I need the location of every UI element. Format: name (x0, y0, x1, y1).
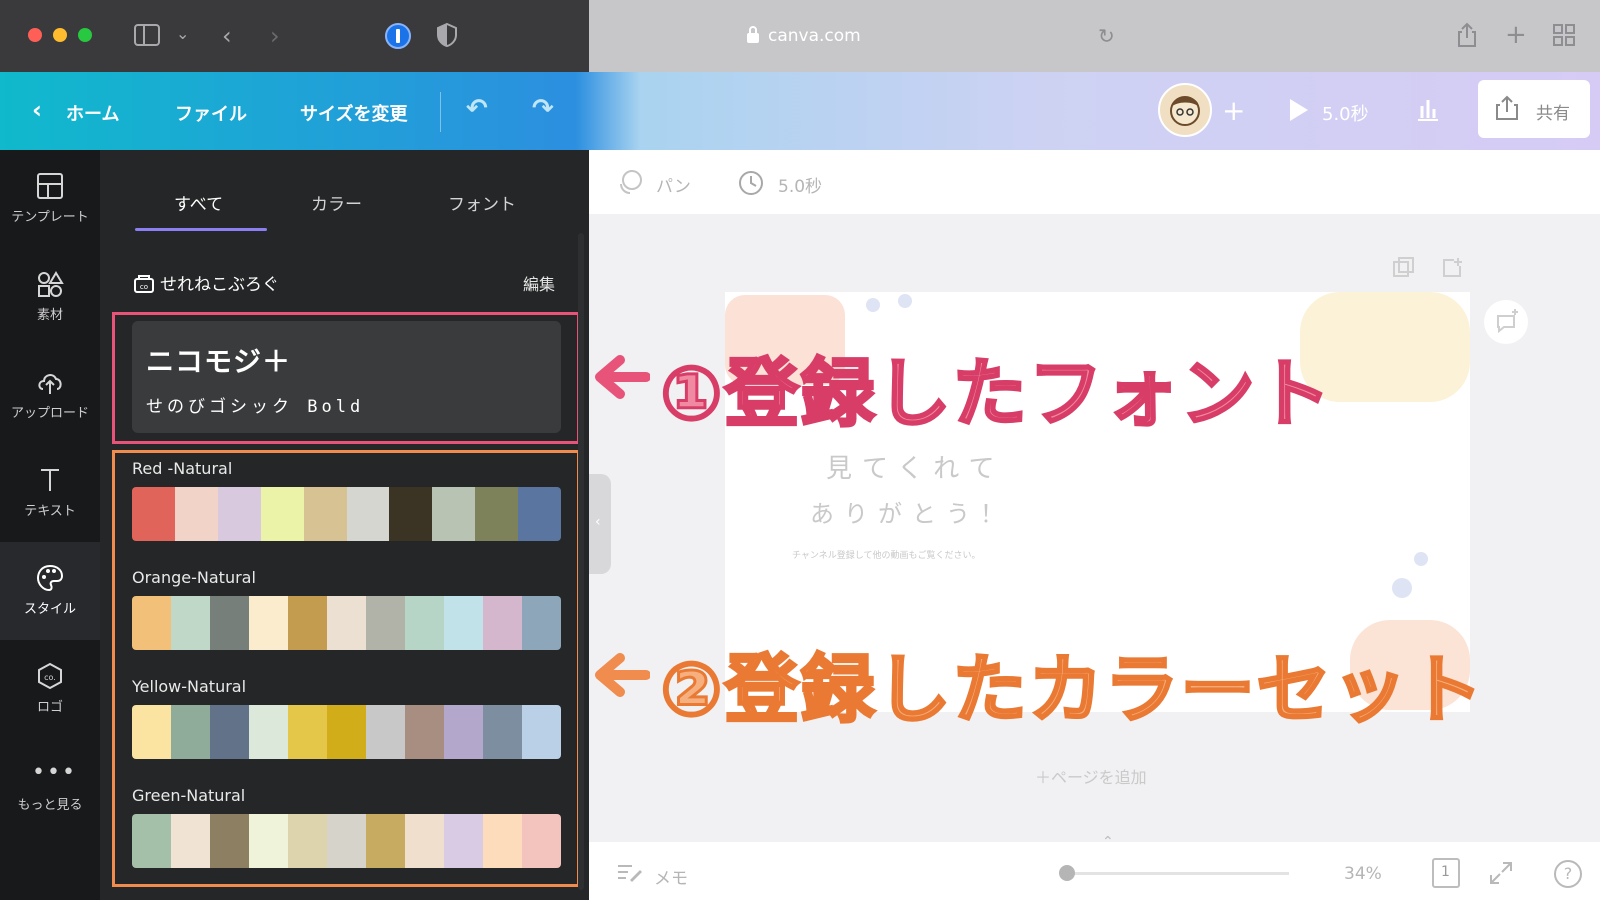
upload-share-icon (1496, 95, 1518, 120)
chevron-down-icon[interactable]: ⌄ (176, 26, 189, 42)
address-bar-url[interactable]: canva.com (768, 26, 861, 46)
address-bar-area (589, 0, 1600, 72)
lock-icon (746, 26, 760, 48)
add-page-button[interactable]: ＋ページを追加 (1035, 764, 1147, 788)
zoom-slider-handle[interactable] (1059, 865, 1075, 881)
rail-label: スタイル (23, 602, 76, 617)
svg-text:co: co (140, 283, 148, 291)
toolbar-divider (440, 92, 441, 132)
resize-button[interactable]: サイズを変更 (300, 100, 407, 126)
duplicate-page-icon[interactable] (1392, 256, 1416, 284)
page-duration[interactable]: 5.0秒 (778, 172, 822, 197)
annotation-registered-colorset: ②登録したカラーセット (659, 646, 1485, 735)
expand-chevron-icon[interactable]: ⌃ (1102, 834, 1114, 850)
page-number: 1 (1441, 864, 1450, 880)
minimize-window-button[interactable] (53, 28, 67, 42)
chevron-left-icon: ‹ (595, 514, 601, 530)
comment-add-icon[interactable] (1484, 300, 1528, 344)
decoration-dot (866, 298, 880, 312)
back-arrow-icon[interactable]: ‹ (222, 24, 232, 48)
rail-label: テンプレート (11, 210, 89, 225)
decoration-dot (898, 294, 912, 308)
back-chevron-icon[interactable]: ‹ (32, 96, 42, 124)
template-icon (37, 173, 63, 199)
redo-icon[interactable]: ↷ (532, 94, 554, 124)
rail-item-logo[interactable]: co. ロゴ (0, 640, 100, 738)
file-menu-button[interactable]: ファイル (175, 100, 247, 126)
tab-colors[interactable]: カラー (311, 190, 362, 215)
play-icon (1290, 99, 1308, 121)
zoom-level[interactable]: 34% (1344, 864, 1382, 884)
rail-label: テキスト (24, 504, 76, 519)
rail-item-more[interactable]: ••• もっと見る (0, 738, 100, 836)
rail-item-elements[interactable]: 素材 (0, 248, 100, 346)
forward-arrow-icon[interactable]: › (270, 24, 280, 48)
password-manager-icon[interactable] (384, 22, 412, 53)
rail-label: もっと見る (17, 798, 83, 813)
rail-item-styles[interactable]: スタイル (0, 542, 100, 640)
tab-overview-icon[interactable] (1553, 24, 1575, 49)
animate-icon[interactable] (616, 168, 644, 200)
zoom-slider-track[interactable] (1067, 872, 1289, 875)
brand-kit-icon: co (133, 272, 155, 298)
rail-label: アップロード (10, 406, 89, 421)
elements-icon (38, 271, 64, 297)
notes-icon[interactable] (616, 862, 642, 888)
tab-fonts[interactable]: フォント (448, 190, 516, 215)
page-text-line2[interactable]: ありがとう！ (810, 494, 1014, 529)
logo-icon: co. (38, 662, 62, 690)
page-text-line1[interactable]: 見てくれて (826, 448, 1004, 485)
close-window-button[interactable] (28, 28, 42, 42)
insights-chart-icon[interactable] (1414, 96, 1440, 127)
edit-brand-kit-link[interactable]: 編集 (523, 271, 555, 295)
notes-button[interactable]: メモ (654, 864, 688, 889)
palette-highlight-box (112, 450, 580, 887)
collapse-panel-handle[interactable]: ‹ (589, 474, 611, 574)
home-button[interactable]: ホーム (66, 100, 119, 126)
reload-icon[interactable]: ↻ (1098, 26, 1115, 46)
maximize-window-button[interactable] (78, 28, 92, 42)
decoration-dot (1414, 552, 1428, 566)
font-highlight-box (112, 312, 580, 444)
tab-all[interactable]: すべて (174, 190, 223, 215)
annotation-registered-font: ①登録したフォント (659, 350, 1333, 439)
rail-item-uploads[interactable]: アップロード (0, 346, 100, 444)
invite-plus-icon[interactable]: + (1222, 94, 1245, 127)
sidebar-toggle-icon[interactable] (134, 24, 160, 49)
rail-label: 素材 (36, 308, 63, 323)
animation-label[interactable]: パン (656, 172, 691, 197)
brand-kit-name[interactable]: せれねこぶろぐ (160, 270, 279, 295)
more-icon: ••• (32, 760, 77, 785)
clock-icon[interactable] (738, 170, 764, 200)
fullscreen-icon[interactable] (1488, 860, 1514, 890)
shield-icon[interactable] (436, 22, 458, 51)
annotation-arrow-font (590, 354, 651, 404)
text-icon (41, 469, 59, 491)
rail-label: ロゴ (36, 700, 63, 715)
present-duration: 5.0秒 (1322, 104, 1369, 125)
svg-text:co.: co. (44, 673, 56, 682)
new-tab-icon[interactable]: + (1505, 22, 1527, 48)
active-tab-indicator (135, 228, 267, 231)
palette-icon (36, 564, 64, 592)
avatar[interactable] (1158, 83, 1212, 137)
decoration-dot (1392, 578, 1412, 598)
rail-item-templates[interactable]: テンプレート (0, 150, 100, 248)
share-label: 共有 (1536, 104, 1570, 124)
page-text-small[interactable]: チャンネル登録して他の動画もご覧ください。 (792, 548, 980, 561)
help-icon[interactable]: ? (1554, 860, 1582, 888)
share-sheet-icon[interactable] (1456, 22, 1478, 51)
undo-icon[interactable]: ↶ (466, 94, 488, 124)
share-button[interactable] (1478, 80, 1590, 138)
page-count-button[interactable]: 1 (1432, 858, 1460, 888)
rail-item-text[interactable]: テキスト (0, 444, 100, 542)
upload-icon (38, 374, 62, 394)
panel-scrollbar[interactable] (578, 233, 584, 890)
annotation-arrow-colorset (590, 652, 651, 702)
add-page-icon[interactable] (1440, 256, 1464, 284)
